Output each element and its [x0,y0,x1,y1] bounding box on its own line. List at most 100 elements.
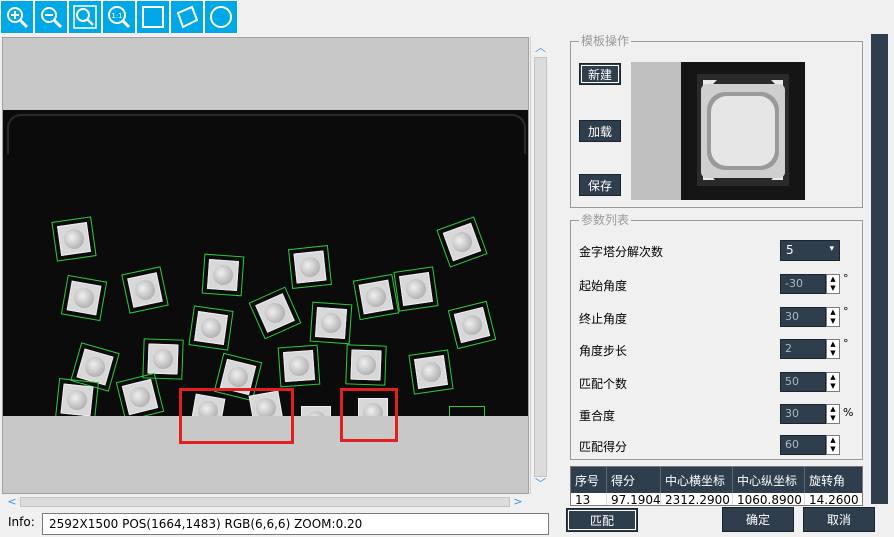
zoom-actual-icon: 1:1 [108,6,131,29]
end-angle-stepper[interactable]: ▲ ▼ [826,307,840,327]
rectangle-icon [142,6,164,28]
new-template-button[interactable]: 新建 [579,63,621,85]
results-table-header: 序号 得分 中心横坐标 中心纵坐标 旋转角 [571,467,862,493]
chip [301,406,331,416]
zoom-out-button[interactable] [34,0,68,34]
scrollbar-thumb[interactable] [534,57,547,477]
panel-scrollbar[interactable] [871,34,888,504]
table-row[interactable]: 13 97.1904 2312.2900 1060.8900 14.2600 [571,493,862,505]
ok-button[interactable]: 确定 [722,507,794,532]
table-cell: 97.1904 [607,493,661,505]
end-angle-label: 终止角度 [579,312,628,326]
save-template-button[interactable]: 保存 [579,174,621,196]
match-box [60,274,108,322]
column-header[interactable]: 旋转角 [805,467,862,493]
scroll-left-arrow-icon[interactable]: < [4,494,20,510]
info-label: Info: [8,515,35,529]
template-preview [631,62,805,200]
pyramid-levels-value: 5 [786,243,794,257]
draw-rotated-rectangle-button[interactable] [170,0,204,34]
svg-text:1:1: 1:1 [111,12,122,20]
zoom-actual-button[interactable]: 1:1 [102,0,136,34]
scroll-up-arrow-icon[interactable]: ︿ [531,39,550,56]
match-score-stepper[interactable]: ▲ ▼ [826,435,840,455]
image-toolbar: 1:1 [0,0,238,36]
angle-step-unit: ° [843,337,849,350]
match-box [447,300,497,350]
angle-step-stepper[interactable]: ▲ ▼ [826,339,840,359]
scroll-down-arrow-icon[interactable]: ﹀ [531,475,550,492]
match-count-input[interactable]: 50 [780,372,826,392]
column-header[interactable]: 中心纵坐标 [733,467,805,493]
match-box [408,349,454,395]
zoom-out-icon [41,7,63,29]
start-angle-unit: ° [843,272,849,285]
template-preview-image [681,62,805,200]
match-score-input[interactable]: 60 [780,435,826,455]
image-viewer[interactable] [2,37,529,494]
start-angle-label: 起始角度 [579,279,628,293]
match-box [277,344,321,388]
column-header[interactable]: 中心横坐标 [661,467,733,493]
camera-image [3,110,528,416]
match-box [436,216,488,268]
match-box [449,406,485,416]
info-readout: 2592X1500 POS(1664,1483) RGB(6,6,6) ZOOM… [42,513,549,535]
table-cell: 1060.8900 [733,493,805,505]
match-score-label: 匹配得分 [579,440,628,454]
angle-step-input[interactable]: 2 [780,339,826,359]
tray-rim [7,114,526,154]
match-box [188,305,234,351]
overlap-unit: % [843,406,854,419]
viewer-horizontal-scrollbar[interactable]: < > [2,494,529,510]
pyramid-levels-select[interactable]: 5 ▾ [780,240,840,261]
rotated-rectangle-icon [176,5,199,29]
match-box [51,216,97,262]
start-angle-input[interactable]: -30 [780,274,826,294]
zoom-fit-button[interactable] [68,0,102,34]
match-box [345,344,387,386]
viewer-vertical-scrollbar[interactable]: ︿ ﹀ [530,37,549,494]
scrollbar-thumb[interactable] [20,497,510,507]
pyramid-levels-label: 金字塔分解次数 [579,245,664,259]
scroll-right-arrow-icon[interactable]: > [510,494,526,510]
match-box [352,273,400,321]
template-chip-image [697,74,789,186]
overlap-label: 重合度 [579,409,616,423]
end-angle-input[interactable]: 30 [780,307,826,327]
table-cell: 2312.2900 [661,493,733,505]
angle-step-label: 角度步长 [579,344,628,358]
match-button[interactable]: 匹配 [566,508,638,532]
match-box [393,266,439,312]
table-cell: 14.2600 [805,493,862,505]
match-box [201,253,245,297]
draw-circle-button[interactable] [204,0,238,34]
column-header[interactable]: 得分 [607,467,661,493]
cancel-button[interactable]: 取消 [803,507,875,532]
params-group-title: 参数列表 [579,213,632,227]
overlap-stepper[interactable]: ▲ ▼ [826,404,840,424]
match-box [248,286,302,340]
column-header[interactable]: 序号 [571,467,607,493]
load-template-button[interactable]: 加载 [579,120,621,142]
match-box [121,266,169,314]
match-box [55,378,99,416]
zoom-in-icon [7,7,29,29]
match-box [115,372,165,416]
match-box [309,301,353,345]
match-count-stepper[interactable]: ▲ ▼ [826,372,840,392]
zoom-in-button[interactable] [0,0,34,34]
results-table[interactable]: 序号 得分 中心横坐标 中心纵坐标 旋转角 13 97.1904 2312.29… [570,466,863,506]
draw-rectangle-button[interactable] [136,0,170,34]
template-group-title: 模板操作 [579,34,632,48]
chevron-down-icon: ▾ [829,244,834,254]
start-angle-stepper[interactable]: ▲ ▼ [826,274,840,294]
missed-detection-box [340,388,398,442]
circle-icon [210,6,232,28]
missed-detection-box [179,388,294,444]
end-angle-unit: ° [843,305,849,318]
zoom-fit-icon [73,5,97,29]
overlap-input[interactable]: 30 [780,404,826,424]
match-count-label: 匹配个数 [579,377,628,391]
table-cell: 13 [571,493,607,505]
